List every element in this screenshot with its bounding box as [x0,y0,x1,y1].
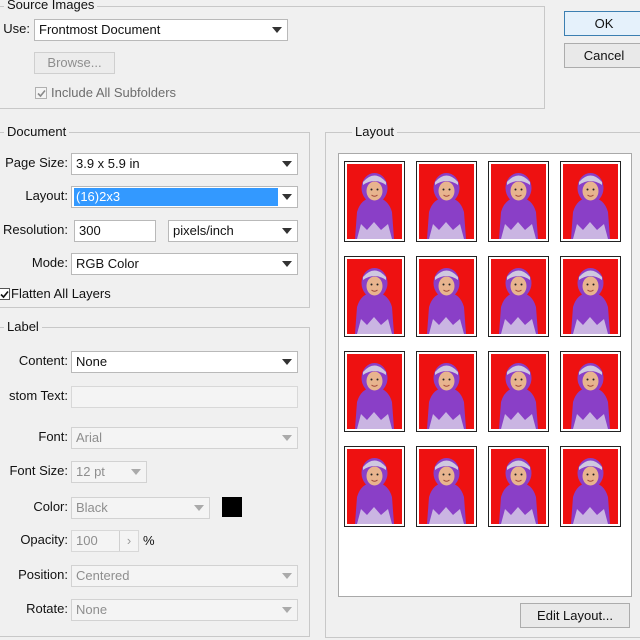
resolution-unit-value: pixels/inch [173,223,234,238]
resolution-unit-select[interactable]: pixels/inch [168,220,298,242]
color-swatch[interactable] [222,497,242,517]
use-select[interactable]: Frontmost Document [34,19,288,41]
chevron-down-icon [277,600,297,620]
color-label: Color: [33,499,68,514]
layout-preview-page [338,153,632,597]
content-select[interactable]: None [71,351,298,373]
document-legend: Document [4,125,70,139]
edit-layout-button[interactable]: Edit Layout... [520,603,630,628]
layout-select[interactable]: (16)2x3 [71,186,298,208]
checkmark-icon [0,290,9,299]
page-size-label: Page Size: [5,155,68,170]
mode-select[interactable]: RGB Color [71,253,298,275]
opacity-unit: % [143,533,155,548]
opacity-input[interactable]: 100 › [71,530,139,552]
custom-text-input[interactable] [71,386,298,408]
resolution-input[interactable]: 300 [74,220,156,242]
chevron-down-icon [277,352,297,372]
flatten-layers-label: Flatten All Layers [11,286,111,301]
color-value: Black [76,500,108,515]
font-size-value: 12 pt [76,464,105,479]
source-images-legend: Source Images [4,0,98,12]
resolution-label: Resolution: [2,222,68,237]
mode-label: Mode: [31,255,68,270]
chevron-right-icon[interactable]: › [119,531,138,551]
chevron-down-icon [277,187,297,207]
photo-thumbnail [488,256,549,337]
photo-thumbnail [560,161,621,242]
chevron-down-icon [277,566,297,586]
photo-thumbnail [560,446,621,527]
chevron-down-icon [267,20,287,40]
font-value: Arial [76,430,103,445]
opacity-label: Opacity: [20,532,68,547]
photo-thumbnail [416,351,477,432]
photo-thumbnail [560,351,621,432]
checkmark-icon [37,89,46,98]
rotate-label: Rotate: [26,601,68,616]
layout-legend: Layout [352,125,398,139]
label-legend: Label [4,320,42,334]
mode-value: RGB Color [76,256,139,271]
photo-thumbnail [488,351,549,432]
use-select-value: Frontmost Document [39,22,161,37]
page-size-select[interactable]: 3.9 x 5.9 in [71,153,298,175]
photo-thumbnail [344,351,405,432]
color-select[interactable]: Black [71,497,210,519]
rotate-select[interactable]: None [71,599,298,621]
chevron-down-icon [189,498,209,518]
position-value: Centered [76,568,130,583]
photo-thumbnail [344,161,405,242]
cancel-button[interactable]: Cancel [564,43,640,68]
photo-thumbnail [488,446,549,527]
photo-thumbnail [488,161,549,242]
content-value: None [76,354,108,369]
chevron-down-icon [277,428,297,448]
chevron-down-icon [277,154,297,174]
use-label: Use: [3,21,30,36]
label-group [0,327,310,637]
page-size-value: 3.9 x 5.9 in [76,156,140,171]
content-label: Content: [18,353,68,368]
photo-thumbnail [560,256,621,337]
opacity-value: 100 [76,533,98,548]
browse-button[interactable]: Browse... [34,52,115,74]
photo-thumbnail [344,256,405,337]
photo-thumbnail [416,161,477,242]
custom-text-label: stom Text: [8,388,68,403]
rotate-value: None [76,602,108,617]
font-size-select[interactable]: 12 pt [71,461,147,483]
include-subfolders-checkbox[interactable] [35,87,47,99]
position-select[interactable]: Centered [71,565,298,587]
photo-thumbnail [416,446,477,527]
chevron-down-icon [277,254,297,274]
ok-button[interactable]: OK [564,11,640,36]
font-select[interactable]: Arial [71,427,298,449]
photo-thumbnail [416,256,477,337]
font-size-label: Font Size: [9,463,68,478]
photo-thumbnail [344,446,405,527]
chevron-down-icon [277,221,297,241]
flatten-layers-checkbox[interactable] [0,288,10,300]
layout-value: (16)2x3 [74,188,278,206]
layout-label: Layout: [25,188,68,203]
position-label: Position: [18,567,68,582]
include-subfolders-label: Include All Subfolders [51,85,177,100]
font-label: Font: [38,429,68,444]
chevron-down-icon [126,462,146,482]
